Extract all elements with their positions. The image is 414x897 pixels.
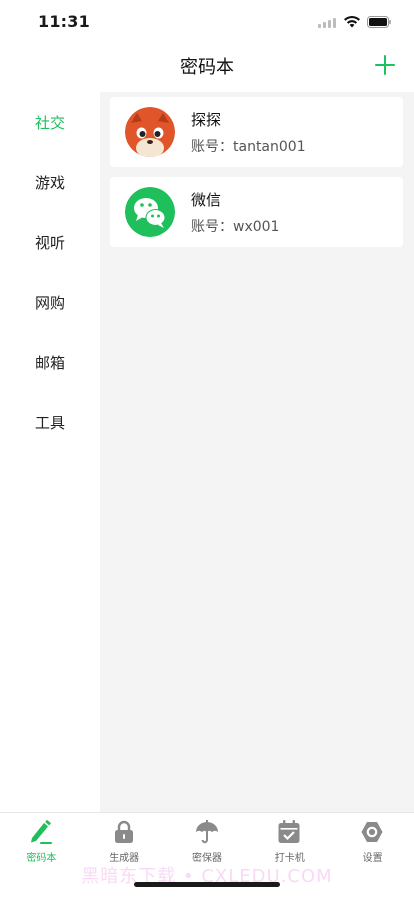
tab-security[interactable]: 密保器 [166, 813, 249, 865]
sidebar-item-media[interactable]: 视听 [0, 223, 100, 263]
account-card-wechat[interactable]: 微信 账号：wx001 [110, 177, 403, 247]
tab-settings[interactable]: 设置 [331, 813, 414, 865]
battery-icon [367, 16, 391, 28]
status-bar: 11:31 [0, 0, 414, 44]
sidebar-item-social[interactable]: 社交 [0, 103, 100, 143]
account-name: 探探 [191, 111, 222, 129]
account-id: 账号：wx001 [191, 216, 279, 236]
sidebar-item-shopping[interactable]: 网购 [0, 283, 100, 323]
category-sidebar: 社交 游戏 视听 网购 邮箱 工具 [0, 92, 100, 812]
tab-check-in[interactable]: 打卡机 [248, 813, 331, 865]
account-label: 账号： [191, 219, 233, 235]
nav-header: 密码本 [0, 44, 414, 92]
page-title: 密码本 [180, 57, 234, 78]
wechat-icon [125, 187, 175, 237]
wifi-icon [344, 15, 360, 28]
tantan-fox-icon [125, 107, 175, 157]
status-time: 11:31 [38, 12, 90, 31]
pencil-icon [31, 819, 52, 844]
account-label: 账号： [191, 139, 233, 155]
gear-icon [361, 822, 383, 842]
sidebar-item-games[interactable]: 游戏 [0, 163, 100, 203]
sidebar-item-tools[interactable]: 工具 [0, 403, 100, 443]
account-value: wx001 [233, 219, 280, 235]
tab-password-book[interactable]: 密码本 [0, 813, 83, 865]
account-list: 探探 账号：tantan001 微信 账号：wx001 [100, 92, 414, 812]
account-card-tantan[interactable]: 探探 账号：tantan001 [110, 97, 403, 167]
account-name: 微信 [191, 191, 222, 209]
sidebar-item-email[interactable]: 邮箱 [0, 343, 100, 383]
tab-generator[interactable]: 生成器 [83, 813, 166, 865]
account-value: tantan001 [233, 139, 306, 155]
lock-icon [114, 820, 133, 843]
calendar-check-icon [278, 820, 300, 843]
plus-icon[interactable] [374, 54, 396, 76]
umbrella-icon [195, 820, 218, 844]
account-id: 账号：tantan001 [191, 136, 306, 156]
cellular-signal-icon [318, 18, 340, 28]
home-indicator [134, 882, 280, 887]
